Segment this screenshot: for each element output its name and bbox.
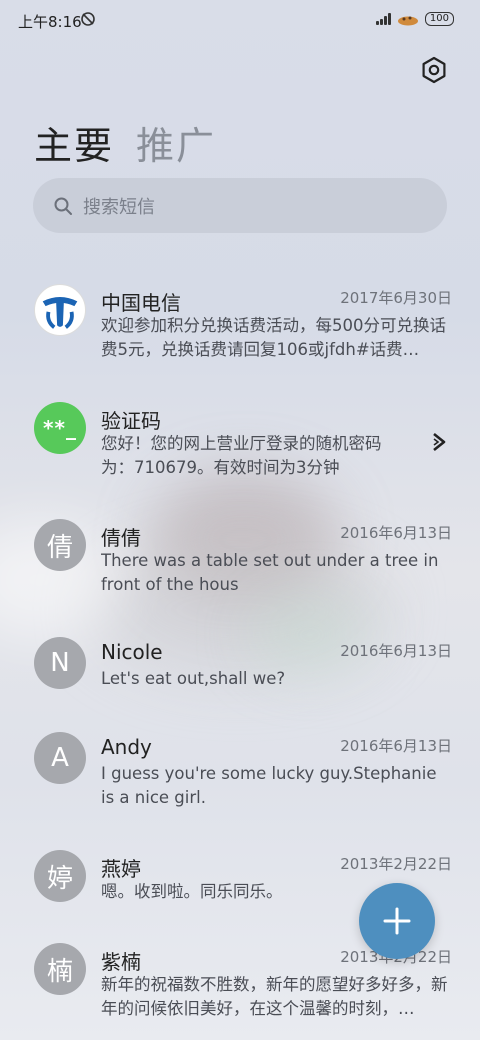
contact-name: 倩倩 xyxy=(101,526,141,550)
contact-name: 验证码 xyxy=(101,409,161,433)
contact-name: 燕婷 xyxy=(101,857,141,881)
battery-indicator: 100 xyxy=(424,12,454,26)
avatar-initial: 婷 xyxy=(46,863,73,894)
avatar: N xyxy=(34,637,86,689)
avatar: A xyxy=(34,732,86,784)
search-icon xyxy=(54,197,72,215)
avatar: 楠 xyxy=(34,943,86,995)
signal-icon xyxy=(375,13,391,25)
message-preview: 您好！您的网上营业厅登录的随机密码为：710679。有效时间为3分钟 xyxy=(101,434,382,477)
message-preview: Let's eat out,shall we? xyxy=(101,669,286,688)
avatar: 倩 xyxy=(34,519,86,571)
do-not-disturb-icon xyxy=(81,12,95,26)
china-telecom-logo-icon xyxy=(35,285,85,335)
settings-icon[interactable] xyxy=(420,56,448,84)
conversation-item[interactable]: **_ 验证码 您好！您的网上营业厅登录的随机密码为：710679。有效时间为3… xyxy=(0,402,480,482)
message-preview: 新年的祝福数不胜数，新年的愿望好多好多，新年的问候依旧美好，在这个温馨的时刻，… xyxy=(101,975,448,1018)
avatar: **_ xyxy=(34,402,86,454)
tab-promotions[interactable]: 推广 xyxy=(136,115,216,170)
message-preview: There was a table set out under a tree i… xyxy=(101,551,439,594)
new-message-button[interactable] xyxy=(359,883,435,959)
message-date: 2016年6月13日 xyxy=(340,737,452,755)
tab-bar: 主要 推广 xyxy=(34,115,216,170)
message-preview: I guess you're some lucky guy.Stephanie … xyxy=(101,764,437,807)
plus-icon xyxy=(383,907,411,935)
tab-primary[interactable]: 主要 xyxy=(34,115,114,170)
avatar: 婷 xyxy=(34,850,86,902)
avatar-initial: 楠 xyxy=(46,956,73,987)
chevron-right-icon[interactable] xyxy=(429,430,449,454)
contact-name: 紫楠 xyxy=(101,950,141,974)
conversation-item[interactable]: 倩 倩倩 2016年6月13日 There was a table set ou… xyxy=(0,519,480,599)
avatar-initial: 倩 xyxy=(46,532,73,563)
message-preview: 欢迎参加积分兑换话费活动，每500分可兑换话费5元，兑换话费请回复106或jfd… xyxy=(101,316,446,359)
message-date: 2017年6月30日 xyxy=(340,289,452,307)
message-date: 2016年6月13日 xyxy=(340,524,452,542)
avatar xyxy=(34,284,86,336)
contact-name: Andy xyxy=(101,735,152,759)
status-time: 上午8:16 xyxy=(18,13,82,31)
conversation-item[interactable]: N Nicole 2016年6月13日 Let's eat out,shall … xyxy=(0,637,480,697)
avatar-initial: N xyxy=(50,648,70,678)
conversation-item[interactable]: A Andy 2016年6月13日 I guess you're some lu… xyxy=(0,732,480,812)
notification-icon xyxy=(397,16,418,26)
message-date: 2013年2月22日 xyxy=(340,855,452,873)
status-bar: 上午8:16 100 xyxy=(0,0,480,40)
avatar-initial: A xyxy=(51,743,69,773)
contact-name: 中国电信 xyxy=(101,291,181,315)
conversation-item[interactable]: 中国电信 2017年6月30日 欢迎参加积分兑换话费活动，每500分可兑换话费5… xyxy=(0,284,480,364)
message-date: 2016年6月13日 xyxy=(340,642,452,660)
avatar-initial: **_ xyxy=(43,416,77,440)
search-bar[interactable]: 搜索短信 xyxy=(33,178,447,233)
search-placeholder: 搜索短信 xyxy=(83,196,155,218)
contact-name: Nicole xyxy=(101,640,163,664)
